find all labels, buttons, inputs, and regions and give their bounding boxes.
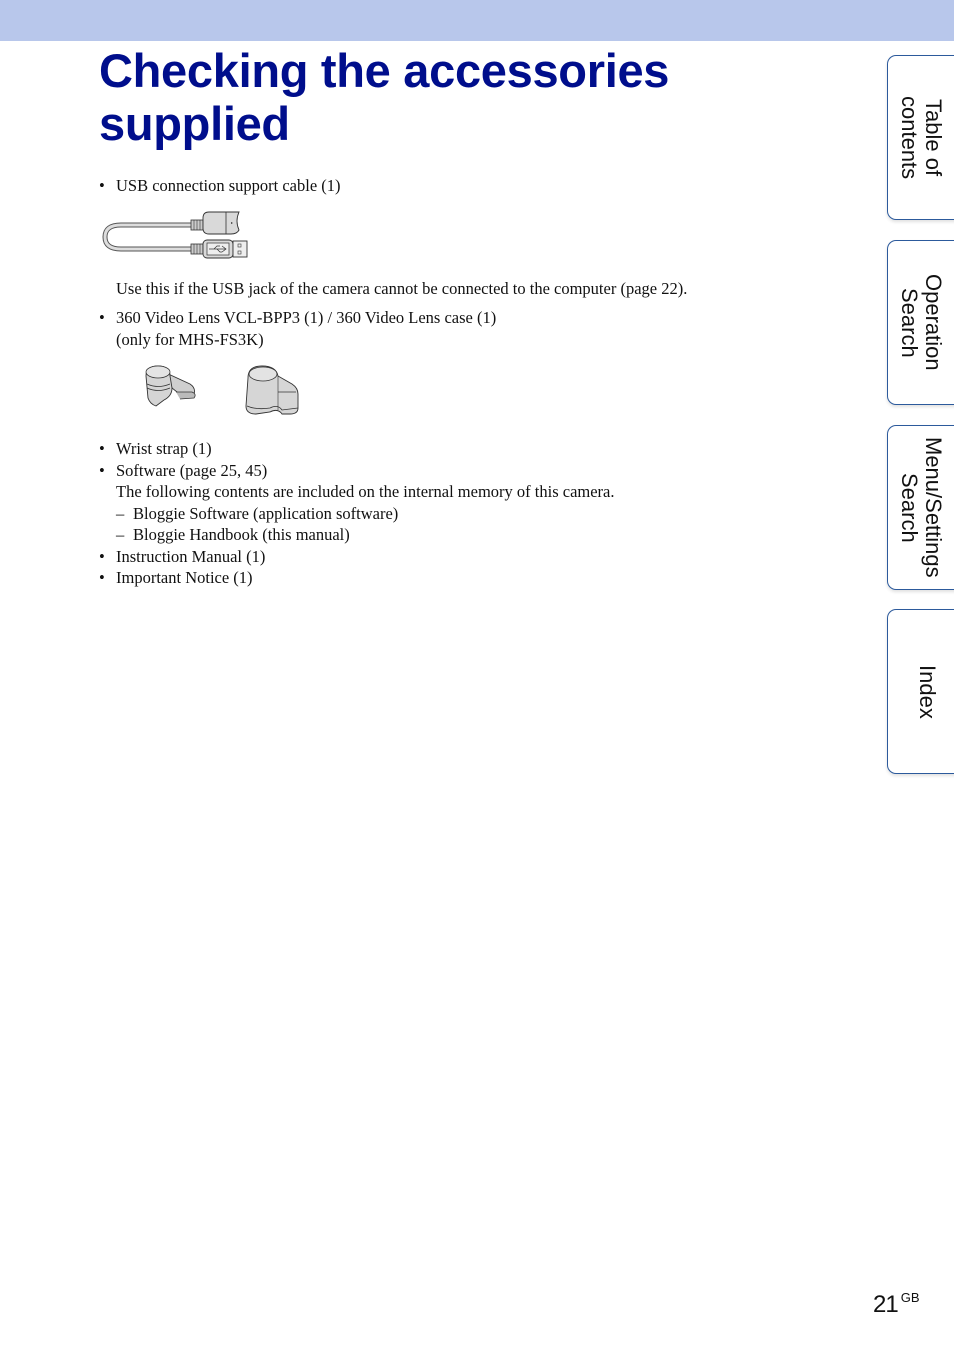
list-item-instruction-manual: • Instruction Manual (1) [99, 546, 839, 568]
item-label: Software (page 25, 45) [116, 460, 268, 480]
page-title-line-2: supplied [99, 97, 290, 150]
header-band [0, 0, 954, 41]
page-number-suffix: GB [900, 1290, 920, 1305]
tab-label-line-1: Index [915, 664, 940, 719]
tab-label-line-1: Table of [921, 98, 946, 177]
tab-label-line-2: Search [897, 472, 922, 543]
item-label: Important Notice (1) [116, 568, 253, 587]
bullet: • [99, 176, 105, 195]
list-item-360-lens: • 360 Video Lens VCL-BPP3 (1) / 360 Vide… [99, 307, 839, 350]
tab-label-line-1: Operation [921, 274, 946, 371]
tab-label-line-2: contents [897, 95, 922, 180]
software-content-item: – Bloggie Handbook (this manual) [99, 524, 839, 546]
software-content-item: – Bloggie Software (application software… [99, 503, 839, 525]
bullet: • [99, 546, 105, 566]
bullet: • [99, 439, 105, 458]
tab-menu-settings-search[interactable]: Menu/Settings Search [887, 425, 954, 590]
tab-label: Index [915, 664, 940, 719]
item-label: USB connection support cable (1) [116, 176, 341, 195]
page-number: 21 GB [873, 1290, 920, 1319]
tab-label-line-1: Menu/Settings [921, 437, 946, 578]
list-item-software: • Software (page 25, 45) [99, 460, 839, 482]
accessories-list: • USB connection support cable (1) Use t… [99, 175, 839, 589]
item-label: Bloggie Handbook (this manual) [133, 525, 350, 544]
list-item-usb-cable: • USB connection support cable (1) [99, 175, 839, 197]
dash: – [116, 503, 125, 523]
360-video-lens-case-illustration [245, 365, 299, 415]
list-item-important-notice: • Important Notice (1) [99, 567, 839, 589]
page-title: Checking the accessories supplied [99, 44, 799, 150]
tab-table-of-contents[interactable]: Table of contents [887, 55, 954, 220]
usb-cable-description: Use this if the USB jack of the camera c… [116, 278, 688, 298]
tab-label: Operation Search [897, 274, 946, 371]
item-label: 360 Video Lens VCL-BPP3 (1) / 360 Video … [116, 308, 497, 327]
software-note: The following contents are included on t… [116, 482, 615, 501]
dash: – [116, 525, 125, 544]
item-label: Wrist strap (1) [116, 439, 212, 458]
page-number-value: 21 [873, 1291, 899, 1318]
360-video-lens-illustration [145, 365, 196, 407]
item-label: Bloggie Software (application software) [133, 503, 399, 523]
tab-label: Table of contents [897, 95, 946, 180]
bullet: • [99, 568, 105, 587]
list-item-wrist-strap: • Wrist strap (1) [99, 438, 839, 460]
tab-label-line-2: Search [897, 287, 922, 358]
tab-label: Menu/Settings Search [897, 437, 946, 578]
bullet: • [99, 460, 105, 480]
item-label: Instruction Manual (1) [116, 546, 266, 566]
item-note: (only for MHS-FS3K) [116, 329, 264, 349]
page-title-line-1: Checking the accessories [99, 44, 670, 97]
lens-illustrations [142, 362, 839, 424]
tab-index[interactable]: Index [887, 609, 954, 774]
usb-cable-illustration [102, 211, 248, 258]
bullet: • [99, 308, 105, 327]
tab-operation-search[interactable]: Operation Search [887, 240, 954, 405]
